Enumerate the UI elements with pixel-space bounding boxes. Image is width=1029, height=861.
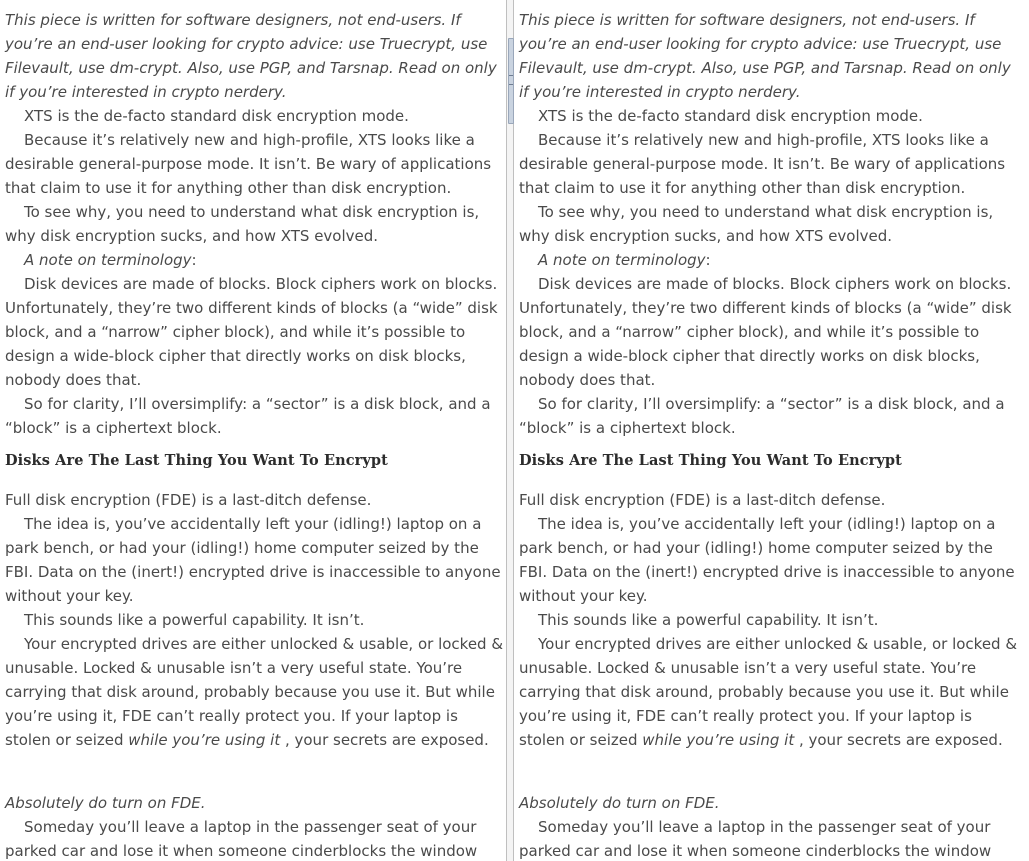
- paragraph: This sounds like a powerful capability. …: [24, 611, 365, 629]
- terminology-note: A note on terminology:: [519, 248, 1019, 272]
- paragraph: To see why, you need to understand what …: [5, 203, 480, 245]
- document-body: This piece is written for software desig…: [5, 8, 505, 861]
- note-colon: :: [191, 251, 197, 269]
- split-view: This piece is written for software desig…: [0, 0, 1029, 861]
- note-label: A note on terminology: [538, 251, 706, 269]
- left-pane[interactable]: This piece is written for software desig…: [0, 0, 506, 861]
- paragraph: This sounds like a powerful capability. …: [538, 611, 879, 629]
- section-heading: Disks Are The Last Thing You Want To Enc…: [519, 452, 902, 469]
- paragraph: The idea is, you’ve accidentally left yo…: [5, 515, 501, 605]
- split-divider[interactable]: [506, 0, 514, 861]
- emphasis: while you’re using it: [128, 731, 281, 749]
- paragraph: Your encrypted drives are either unlocke…: [5, 632, 505, 752]
- paragraph: Full disk encryption (FDE) is a last-dit…: [5, 491, 372, 509]
- paragraph: Someday you’ll leave a laptop in the pas…: [5, 818, 478, 860]
- paragraph: To see why, you need to understand what …: [519, 203, 994, 245]
- grip-lines-icon: [509, 75, 513, 85]
- intro-paragraph: This piece is written for software desig…: [519, 11, 1011, 101]
- paragraph: Because it’s relatively new and high-pro…: [519, 131, 1006, 197]
- emphasis: while you’re using it: [642, 731, 795, 749]
- paragraph: Absolutely do turn on FDE.: [5, 794, 206, 812]
- text-run: , your secrets are exposed.: [280, 731, 489, 749]
- paragraph: The idea is, you’ve accidentally left yo…: [519, 515, 1015, 605]
- paragraph: XTS is the de-facto standard disk encryp…: [24, 107, 409, 125]
- paragraph: Someday you’ll leave a laptop in the pas…: [519, 818, 992, 860]
- section-heading: Disks Are The Last Thing You Want To Enc…: [5, 452, 388, 469]
- note-colon: :: [705, 251, 711, 269]
- paragraph: So for clarity, I’ll oversimplify: a “se…: [519, 395, 1005, 437]
- document-body: This piece is written for software desig…: [519, 8, 1019, 861]
- note-label: A note on terminology: [24, 251, 192, 269]
- paragraph: Your encrypted drives are either unlocke…: [519, 632, 1019, 752]
- intro-paragraph: This piece is written for software desig…: [5, 11, 497, 101]
- right-pane[interactable]: This piece is written for software desig…: [514, 0, 1029, 861]
- paragraph: Because it’s relatively new and high-pro…: [5, 131, 492, 197]
- paragraph: So for clarity, I’ll oversimplify: a “se…: [5, 395, 491, 437]
- paragraph: Absolutely do turn on FDE.: [519, 794, 720, 812]
- paragraph: Full disk encryption (FDE) is a last-dit…: [519, 491, 886, 509]
- terminology-note: A note on terminology:: [5, 248, 505, 272]
- paragraph: XTS is the de-facto standard disk encryp…: [538, 107, 923, 125]
- text-run: , your secrets are exposed.: [794, 731, 1003, 749]
- paragraph: Disk devices are made of blocks. Block c…: [5, 275, 498, 389]
- paragraph: Disk devices are made of blocks. Block c…: [519, 275, 1012, 389]
